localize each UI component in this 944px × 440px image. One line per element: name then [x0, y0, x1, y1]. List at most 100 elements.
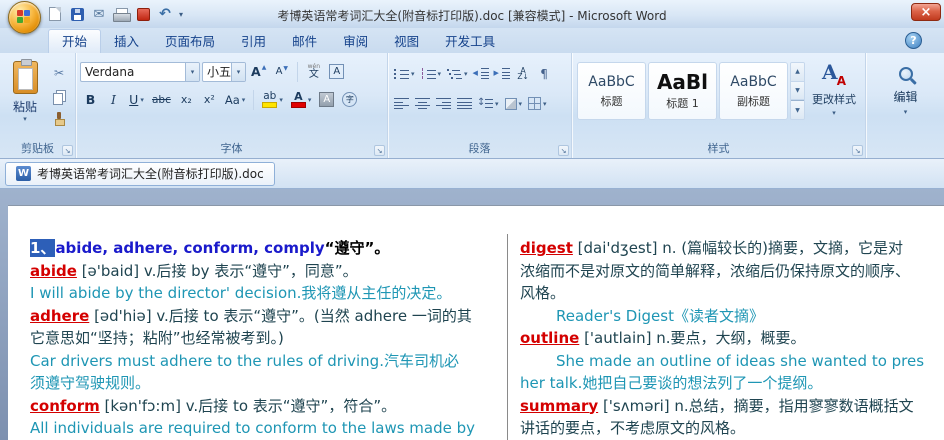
phonetic-guide-button[interactable]: [303, 61, 324, 82]
clipboard-dialog-launcher[interactable]: [62, 145, 73, 156]
grow-font-button[interactable]: [248, 61, 269, 82]
ribbon-tab-review[interactable]: 审阅: [330, 31, 381, 53]
underline-button[interactable]: [126, 89, 147, 110]
decrease-indent-button[interactable]: [472, 63, 491, 84]
gallery-scroll-up-icon[interactable]: [791, 63, 804, 82]
ribbon-tab-references[interactable]: 引用: [228, 31, 279, 53]
style-name: 标题: [600, 95, 623, 108]
document-tab[interactable]: 考博英语常考词汇大全(附音标打印版).doc: [5, 161, 275, 186]
copy-button[interactable]: [48, 86, 70, 106]
doc-line: Reader's Digest《读者文摘》: [520, 305, 944, 328]
change-styles-label: 更改样式: [812, 93, 856, 106]
editing-button[interactable]: 编辑 ▾: [883, 58, 929, 116]
style-heading-1[interactable]: AaBl 标题 1: [648, 62, 717, 120]
print-button[interactable]: [112, 5, 131, 23]
red-addin-icon: [136, 7, 150, 21]
superscript-button[interactable]: [199, 89, 220, 110]
subscript-button[interactable]: [176, 89, 197, 110]
increase-indent-button[interactable]: [493, 63, 512, 84]
font-name-combo[interactable]: Verdana: [80, 61, 200, 82]
gallery-scroll-down-icon[interactable]: [791, 81, 804, 101]
enclose-characters-button[interactable]: [339, 89, 360, 110]
ribbon-tab-insert[interactable]: 插入: [101, 31, 152, 53]
style-heading[interactable]: AaBbC 标题: [577, 62, 646, 120]
chevron-down-icon[interactable]: [231, 62, 245, 81]
highlight-color-button[interactable]: [259, 89, 286, 110]
ribbon-tab-mailings[interactable]: 邮件: [279, 31, 330, 53]
column-divider: [507, 234, 508, 440]
word-doc-icon: [16, 166, 31, 181]
doc-line: 它意思如“坚持；粘附”也经常被考到。): [30, 327, 507, 350]
editing-group: 编辑 ▾: [866, 53, 944, 158]
ribbon-tab-home[interactable]: 开始: [48, 29, 102, 53]
align-left-button[interactable]: [392, 93, 411, 114]
email-button[interactable]: [90, 5, 108, 23]
styles-dialog-launcher[interactable]: [852, 145, 863, 156]
show-formatting-marks-button[interactable]: [535, 63, 554, 84]
doc-line: Car drivers must adhere to the rules of …: [30, 350, 507, 373]
character-shading-button[interactable]: [316, 89, 337, 110]
change-styles-button[interactable]: AA 更改样式 ▾: [809, 58, 859, 142]
paragraph-dialog-launcher[interactable]: [558, 145, 569, 156]
style-preview: AaBbC: [588, 74, 635, 90]
shrink-font-button[interactable]: [271, 61, 292, 82]
new-document-button[interactable]: [46, 5, 64, 23]
line-spacing-button[interactable]: [476, 93, 501, 114]
bullet-list-icon: [394, 68, 409, 79]
font-color-button[interactable]: [288, 89, 315, 110]
chevron-down-icon[interactable]: [185, 62, 199, 81]
format-painter-icon: [53, 112, 65, 126]
help-button[interactable]: [905, 32, 922, 49]
justify-button[interactable]: [455, 93, 474, 114]
multilevel-list-button[interactable]: [445, 63, 470, 84]
separator: [253, 89, 255, 110]
text-segment-def: [dai'dʒest] n. (篇幅较长的)摘要，文摘，它是对: [572, 239, 903, 257]
paste-button[interactable]: 粘贴 ▾: [4, 58, 46, 140]
ribbon-tab-page-layout[interactable]: 页面布局: [152, 31, 228, 53]
text-segment-ex: I will abide by the director' decision.我…: [30, 284, 452, 302]
page[interactable]: 1、abide, adhere, conform, comply“遵守”。 abi…: [8, 205, 944, 440]
borders-button[interactable]: [526, 93, 549, 114]
format-painter-button[interactable]: [48, 109, 70, 129]
ribbon-tab-developer[interactable]: 开发工具: [432, 31, 508, 53]
clipboard-group: 粘贴 ▾ 剪贴板: [0, 53, 76, 158]
doc-line: 讲话的要点，不考虑原文的风格。: [520, 417, 944, 440]
save-button[interactable]: [68, 5, 86, 23]
ribbon-tab-bar: 开始 插入 页面布局 引用 邮件 审阅 视图 开发工具: [0, 28, 944, 53]
font-dialog-launcher[interactable]: [374, 145, 385, 156]
word-window: ▾ 考博英语常考词汇大全(附音标打印版).doc [兼容模式] - Micros…: [0, 0, 944, 440]
close-button[interactable]: [911, 3, 941, 21]
text-segment-def: 风格。: [520, 284, 566, 302]
bold-button[interactable]: [80, 89, 101, 110]
font-size-combo[interactable]: 小五: [202, 61, 246, 82]
ribbon-tab-view[interactable]: 视图: [381, 31, 432, 53]
paragraph-group: 段落: [388, 53, 572, 158]
style-subtitle[interactable]: AaBbC 副标题: [719, 62, 788, 120]
addin-button[interactable]: [134, 5, 152, 23]
style-name: 标题 1: [666, 97, 699, 110]
text-segment-ex: All individuals are required to conform …: [30, 419, 476, 437]
align-center-icon: [415, 98, 430, 109]
align-center-button[interactable]: [413, 93, 432, 114]
font-color-icon: [291, 91, 306, 108]
highlight-icon: [262, 91, 277, 108]
text-segment-def: [ə'baid] v.后接 by 表示“遵守”，同意”。: [76, 261, 358, 280]
cut-button[interactable]: [48, 63, 70, 83]
italic-button[interactable]: [103, 89, 124, 110]
align-right-button[interactable]: [434, 93, 453, 114]
strikethrough-button[interactable]: [149, 89, 174, 110]
save-icon: [70, 7, 84, 21]
office-button[interactable]: [8, 1, 41, 34]
shading-button[interactable]: [503, 93, 525, 114]
character-border-button[interactable]: [326, 61, 347, 82]
gallery-more-icon[interactable]: [791, 100, 804, 119]
sort-button[interactable]: [514, 63, 533, 84]
ribbon: 粘贴 ▾ 剪贴板 Verdana 小五: [0, 53, 944, 159]
change-case-button[interactable]: [222, 89, 248, 110]
text-segment-word: abide: [30, 261, 77, 280]
bullets-button[interactable]: [392, 63, 417, 84]
styles-gallery-scrollbar: [790, 62, 805, 120]
doc-line: 1、abide, adhere, conform, comply“遵守”。: [30, 237, 507, 260]
doc-line: abide [ə'baid] v.后接 by 表示“遵守”，同意”。: [30, 260, 507, 283]
numbering-button[interactable]: [419, 63, 444, 84]
